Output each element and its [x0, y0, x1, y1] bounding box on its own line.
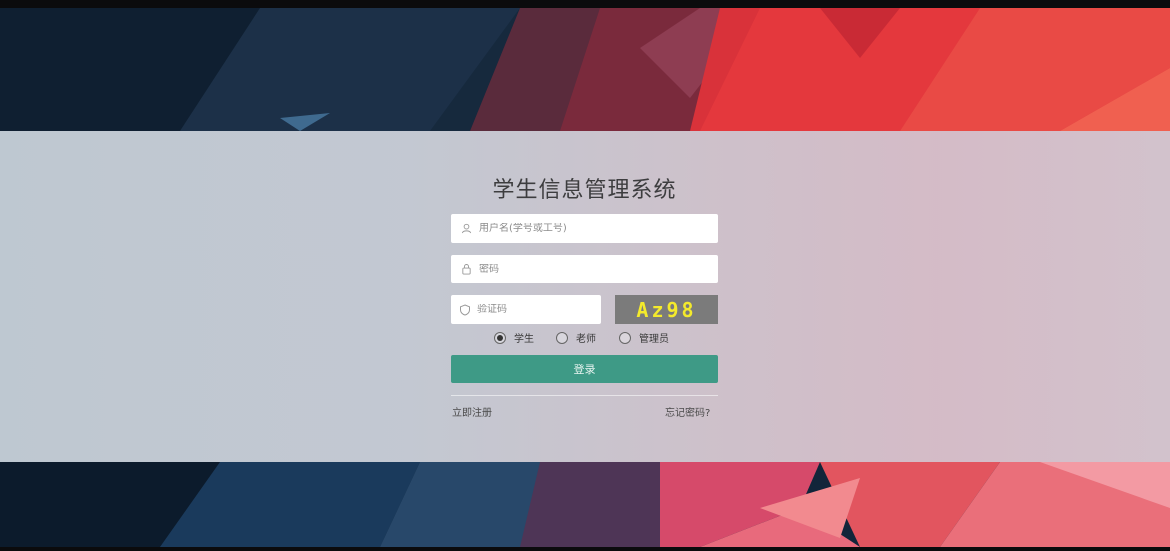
- lock-icon: [459, 262, 473, 276]
- page-title: 学生信息管理系统: [492, 178, 677, 203]
- login-page: 学生信息管理系统 Az98 学生: [0, 0, 1170, 551]
- login-button[interactable]: 登录: [451, 355, 718, 383]
- shield-icon: [459, 303, 471, 317]
- divider: [451, 395, 718, 396]
- password-field[interactable]: [451, 255, 718, 283]
- user-icon: [459, 222, 473, 236]
- register-link[interactable]: 立即注册: [452, 404, 492, 419]
- password-input[interactable]: [479, 263, 679, 275]
- captcha-field[interactable]: [451, 295, 602, 324]
- forgot-password-link[interactable]: 忘记密码?: [665, 404, 710, 419]
- role-option-teacher[interactable]: 老师: [556, 330, 596, 345]
- radio-admin[interactable]: [619, 331, 631, 344]
- role-label-admin: 管理员: [639, 334, 669, 345]
- radio-student[interactable]: [494, 331, 506, 344]
- username-field[interactable]: [451, 214, 718, 243]
- role-selector: 学生 老师 管理员: [451, 330, 718, 348]
- top-edge: [0, 0, 1170, 8]
- bottom-edge: [0, 547, 1170, 551]
- radio-teacher[interactable]: [556, 331, 568, 344]
- role-label-student: 学生: [514, 334, 534, 345]
- role-label-teacher: 老师: [576, 334, 596, 345]
- role-option-admin[interactable]: 管理员: [619, 330, 669, 345]
- role-option-student[interactable]: 学生: [494, 330, 534, 345]
- captcha-input[interactable]: [477, 304, 602, 315]
- captcha-image[interactable]: Az98: [615, 295, 718, 324]
- username-input[interactable]: [479, 223, 679, 234]
